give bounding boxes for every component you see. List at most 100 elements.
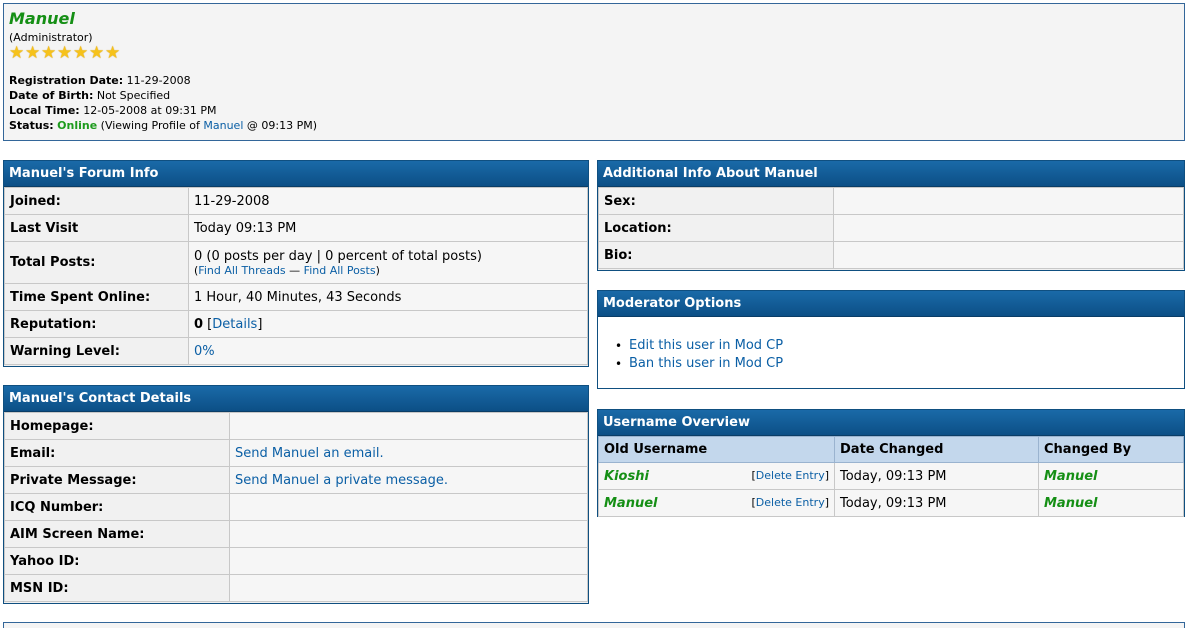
send-email-link[interactable]: Send Manuel an email.	[235, 446, 384, 461]
time-online-label: Time Spent Online:	[4, 283, 189, 311]
table-row: Kioshi [Delete Entry] Today, 09:13 PM Man…	[598, 462, 1184, 490]
profile-username: Manuel	[9, 9, 75, 28]
delete-entry: [Delete Entry]	[751, 495, 830, 509]
joined-label: Joined:	[4, 187, 189, 215]
yahoo-value	[229, 547, 588, 575]
username-history-table: Old Username Date Changed Changed By Kio…	[598, 436, 1184, 517]
sex-value	[833, 187, 1184, 215]
warning-level-label: Warning Level:	[4, 337, 189, 365]
list-item: Ban this user in Mod CP	[615, 355, 1184, 373]
reputation-cell: 0 [Details]	[188, 310, 588, 338]
email-label: Email:	[4, 439, 230, 467]
changed-by: Manuel	[1044, 495, 1098, 511]
registration-value: 11-29-2008	[126, 74, 191, 87]
reputation-value: 0	[194, 316, 204, 332]
bio-label: Bio:	[598, 241, 834, 269]
changed-by: Manuel	[1044, 468, 1098, 484]
reputation-label: Reputation:	[4, 310, 189, 338]
col-old-username: Old Username	[598, 436, 835, 463]
status-label: Status:	[9, 119, 54, 132]
profile-info: Registration Date: 11-29-2008 Date of Bi…	[9, 73, 1179, 133]
icq-label: ICQ Number:	[4, 493, 230, 521]
forum-info-title: Manuel's Forum Info	[4, 161, 588, 187]
status: Status: Online (Viewing Profile of Manue…	[9, 118, 1179, 133]
time-online-value: 1 Hour, 40 Minutes, 43 Seconds	[188, 283, 588, 311]
delete-entry: [Delete Entry]	[751, 468, 830, 482]
moderator-options-title: Moderator Options	[598, 291, 1184, 317]
aim-value	[229, 520, 588, 548]
joined-value: 11-29-2008	[188, 187, 588, 215]
username-overview-panel: Username Overview Old Username Date Chan…	[597, 409, 1185, 517]
find-separator: —	[289, 263, 301, 277]
star-icon: ★	[41, 43, 57, 63]
profile-usertitle: (Administrator)	[9, 31, 93, 44]
delete-entry-link[interactable]: Delete Entry	[756, 469, 825, 482]
aim-label: AIM Screen Name:	[4, 520, 230, 548]
additional-info-panel: Additional Info About Manuel Sex: Locati…	[597, 160, 1185, 271]
warning-level-cell: 0%	[188, 337, 588, 365]
warning-level-link[interactable]: 0%	[194, 344, 215, 359]
star-icon: ★	[73, 43, 89, 63]
location-value	[833, 214, 1184, 242]
old-username-cell: Kioshi [Delete Entry]	[598, 462, 835, 490]
date-changed: Today, 09:13 PM	[834, 489, 1039, 517]
edit-user-modcp-link[interactable]: Edit this user in Mod CP	[629, 338, 783, 353]
bio-value	[833, 241, 1184, 269]
status-post: @ 09:13 PM)	[246, 119, 317, 132]
contact-table: Homepage: Email: Send Manuel an email. Pr…	[4, 412, 588, 602]
sex-label: Sex:	[598, 187, 834, 215]
moderator-options-panel: Moderator Options Edit this user in Mod …	[597, 290, 1185, 389]
total-posts-label: Total Posts:	[4, 241, 189, 284]
old-username: Manuel	[604, 495, 658, 511]
profile-header: Manuel (Administrator) ★ ★ ★ ★ ★ ★ ★ Reg…	[3, 3, 1185, 141]
date-changed: Today, 09:13 PM	[834, 462, 1039, 490]
changed-by-cell: Manuel	[1038, 489, 1184, 517]
star-icon: ★	[89, 43, 105, 63]
star-icon: ★	[57, 43, 73, 63]
total-posts-value: 0 (0 posts per day | 0 percent of total …	[194, 248, 482, 264]
dob-label: Date of Birth:	[9, 89, 94, 102]
status-profile-link[interactable]: Manuel	[203, 119, 243, 132]
table-row: Manuel [Delete Entry] Today, 09:13 PM Man…	[598, 489, 1184, 517]
delete-entry-link[interactable]: Delete Entry	[756, 496, 825, 509]
msn-label: MSN ID:	[4, 574, 230, 602]
col-changed-by: Changed By	[1038, 436, 1184, 463]
local-time-value: 12-05-2008 at 09:31 PM	[83, 104, 217, 117]
pm-cell: Send Manuel a private message.	[229, 466, 588, 494]
find-posts-link[interactable]: Find All Posts	[304, 264, 376, 277]
homepage-value	[229, 412, 588, 440]
reputation-details-link[interactable]: Details	[212, 317, 257, 332]
registration-date: Registration Date: 11-29-2008	[9, 73, 1179, 88]
ban-user-modcp-link[interactable]: Ban this user in Mod CP	[629, 356, 783, 371]
star-icon: ★	[25, 43, 41, 63]
star-icon: ★	[105, 43, 121, 63]
additional-info-title: Additional Info About Manuel	[598, 161, 1184, 187]
status-online: Online	[57, 119, 98, 132]
date-of-birth: Date of Birth: Not Specified	[9, 88, 1179, 103]
homepage-label: Homepage:	[4, 412, 230, 440]
msn-value	[229, 574, 588, 602]
col-date-changed: Date Changed	[834, 436, 1039, 463]
email-cell: Send Manuel an email.	[229, 439, 588, 467]
find-links: (Find All Threads — Find All Posts)	[194, 263, 380, 277]
old-username-cell: Manuel [Delete Entry]	[598, 489, 835, 517]
bottom-panel-edge	[3, 622, 1185, 628]
total-posts-cell: 0 (0 posts per day | 0 percent of total …	[188, 241, 588, 284]
forum-info-table: Joined: 11-29-2008 Last Visit Today 09:13 …	[4, 187, 588, 365]
send-pm-link[interactable]: Send Manuel a private message.	[235, 473, 448, 488]
status-pre: (Viewing Profile of	[100, 119, 200, 132]
pm-label: Private Message:	[4, 466, 230, 494]
contact-details-panel: Manuel's Contact Details Homepage: Email…	[3, 385, 589, 604]
local-time-label: Local Time:	[9, 104, 80, 117]
list-item: Edit this user in Mod CP	[615, 337, 1184, 355]
local-time: Local Time: 12-05-2008 at 09:31 PM	[9, 103, 1179, 118]
icq-value	[229, 493, 588, 521]
yahoo-label: Yahoo ID:	[4, 547, 230, 575]
star-icon: ★	[9, 43, 25, 63]
location-label: Location:	[598, 214, 834, 242]
find-threads-link[interactable]: Find All Threads	[198, 264, 285, 277]
forum-info-panel: Manuel's Forum Info Joined: 11-29-2008 La…	[3, 160, 589, 367]
additional-info-table: Sex: Location: Bio:	[598, 187, 1184, 269]
registration-label: Registration Date:	[9, 74, 124, 87]
dob-value: Not Specified	[96, 89, 171, 102]
